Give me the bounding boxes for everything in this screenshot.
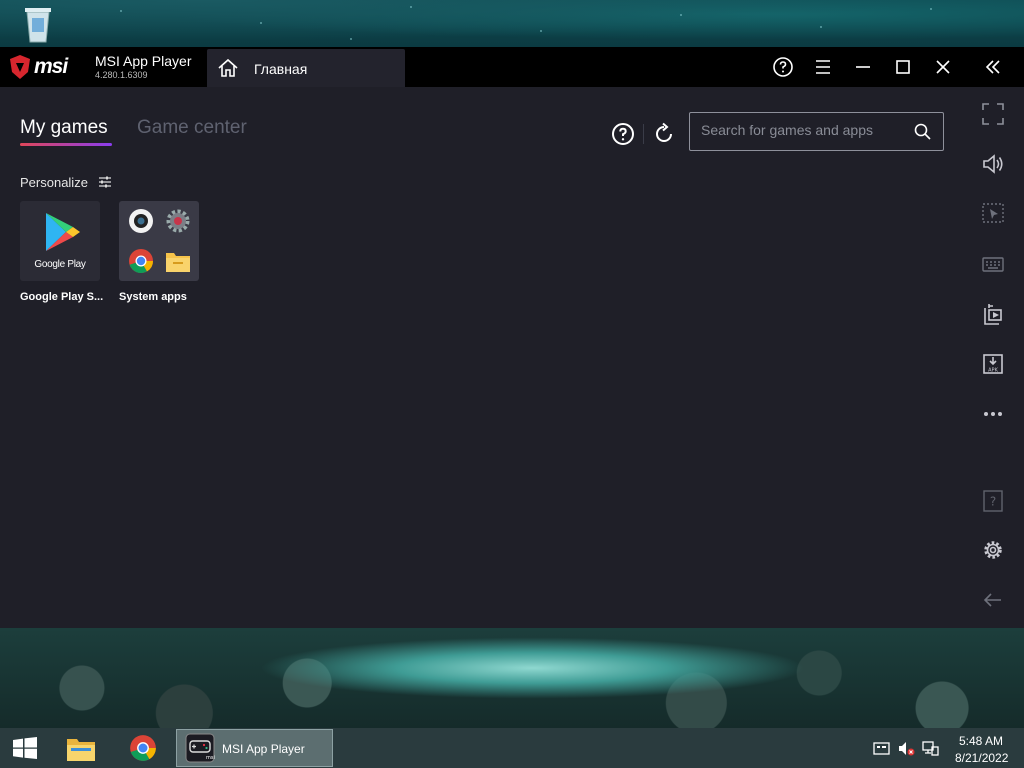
toolbar-divider [643,124,644,144]
taskbar: msi MSI App Player 5:48 AM 8/21/2022 [0,728,1024,768]
msi-app-player-icon: msi [185,733,215,763]
app-title: MSI App Player [95,53,192,69]
help-icon[interactable]: ? [981,489,1005,513]
tab-my-games[interactable]: My games [20,117,108,139]
tab-game-center[interactable]: Game center [137,117,247,139]
settings-gear-icon [166,209,190,233]
help-circle-icon[interactable] [611,122,635,146]
home-icon [218,58,238,77]
refresh-icon[interactable] [652,122,676,146]
network-icon[interactable] [922,740,939,757]
personalize-label[interactable]: Personalize [20,175,88,190]
chrome-icon [129,249,153,273]
system-apps-folder[interactable] [119,201,199,281]
taskbar-clock-time[interactable]: 5:48 AM [959,734,1003,748]
keyboard-icon[interactable] [981,252,1005,276]
taskbar-msi-app-player[interactable]: msi MSI App Player [176,729,333,767]
media-manager-icon[interactable] [981,302,1005,326]
msi-dragon-icon [10,55,30,79]
camera-icon [129,209,153,233]
apk-install-icon[interactable]: APK [981,352,1005,376]
windows-start-icon[interactable] [12,737,38,759]
app-version: 4.280.1.6309 [95,70,148,80]
search-icon[interactable] [914,123,931,140]
tab-home[interactable]: Главная [207,49,405,87]
maximize-button[interactable] [891,55,915,79]
search-input[interactable] [701,122,901,138]
recycle-bin-icon[interactable] [20,4,56,44]
main-content: My games Game center Personalize [0,87,970,628]
google-play-icon [46,213,80,251]
chrome-taskbar-icon[interactable] [128,733,158,763]
close-button[interactable] [931,55,955,79]
back-icon[interactable] [981,588,1005,612]
google-play-tile[interactable]: Google Play [20,201,100,281]
taskbar-app-label: MSI App Player [222,742,305,756]
google-play-label[interactable]: Google Play S... [20,291,103,303]
menu-button[interactable] [811,55,835,79]
right-sidebar: APK ? [970,87,1024,628]
svg-text:?: ? [990,495,996,509]
active-tab-indicator [20,143,112,146]
minimize-button[interactable] [851,55,875,79]
volume-icon[interactable] [981,152,1005,176]
more-icon[interactable] [981,402,1005,426]
system-apps-label[interactable]: System apps [119,291,187,303]
settings-icon[interactable] [981,538,1005,562]
taskbar-clock-date[interactable]: 8/21/2022 [955,751,1008,765]
collapse-sidebar-button[interactable] [981,55,1005,79]
google-play-tile-text: Google Play [34,259,86,270]
fullscreen-icon[interactable] [981,102,1005,126]
msi-app-player-window: msi MSI App Player 4.280.1.6309 Главная [0,47,1024,628]
help-button[interactable] [771,55,795,79]
volume-muted-icon[interactable] [898,740,915,757]
sliders-icon[interactable] [98,175,112,189]
svg-text:msi: msi [206,755,215,761]
desktop-wallpaper-top [0,0,1024,47]
tray-app-icon[interactable] [873,740,890,757]
desktop-wallpaper-bottom [0,628,1024,728]
brand-logo: msi [34,55,68,78]
file-explorer-icon[interactable] [65,735,97,763]
cursor-select-icon[interactable] [981,202,1005,226]
title-bar[interactable]: msi MSI App Player 4.280.1.6309 Главная [0,47,1024,87]
search-box[interactable] [689,112,944,151]
tab-home-label: Главная [254,61,308,77]
svg-text:APK: APK [988,368,998,374]
file-manager-icon [166,253,190,272]
